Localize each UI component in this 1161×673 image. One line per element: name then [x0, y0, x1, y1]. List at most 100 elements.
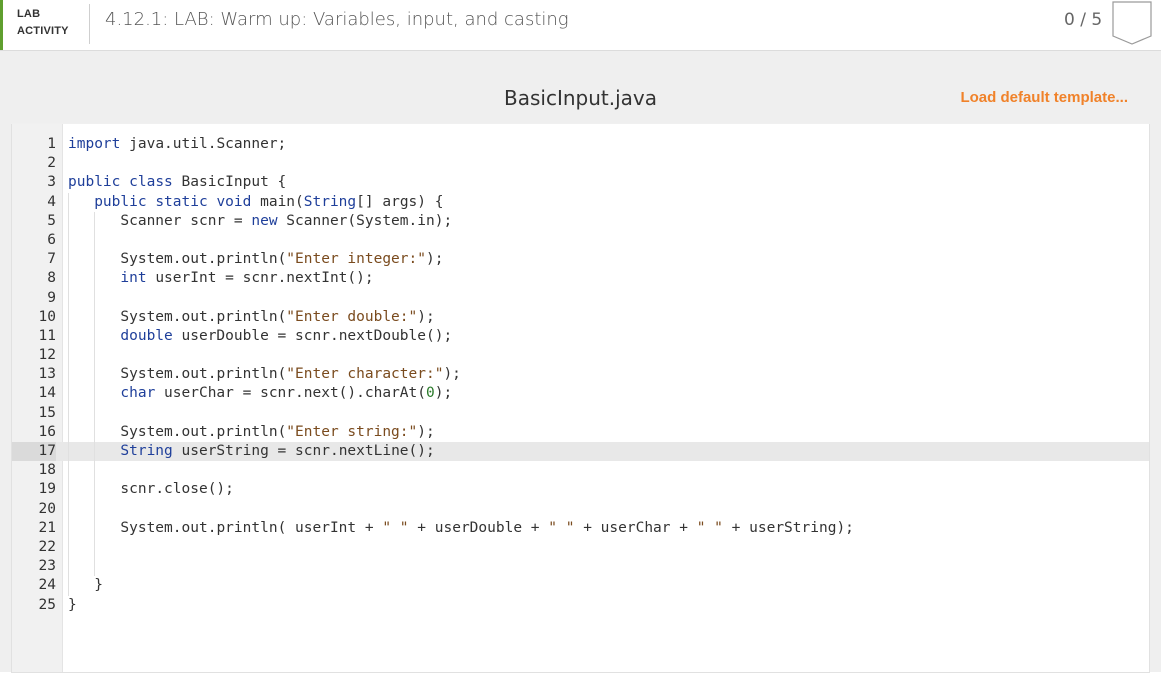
code-text[interactable]: import java.util.Scanner;	[68, 135, 286, 154]
code-text[interactable]: public class BasicInput {	[68, 173, 286, 192]
code-text[interactable]: double userDouble = scnr.nextDouble();	[68, 327, 452, 346]
indent-guide	[68, 211, 70, 231]
indent-guide	[94, 403, 96, 423]
line-number: 16	[38, 423, 56, 440]
line-number: 9	[47, 289, 56, 306]
indent-guide	[68, 384, 70, 404]
code-text[interactable]: scnr.close();	[68, 480, 234, 499]
code-line[interactable]: 10 System.out.println("Enter double:");	[12, 307, 1149, 327]
code-text[interactable]: public static void main(String[] args) {	[68, 193, 443, 212]
lab-title: 4.12.1: LAB: Warm up: Variables, input, …	[105, 9, 569, 30]
code-line[interactable]: 3 public class BasicInput {	[12, 173, 1149, 192]
code-line[interactable]: 22	[12, 537, 1149, 558]
line-number: 20	[38, 500, 56, 517]
code-line[interactable]: 5 Scanner scnr = new Scanner(System.in);	[12, 211, 1149, 231]
line-number: 18	[38, 462, 56, 479]
code-editor-panel: BasicInput.java Load default template...…	[11, 71, 1150, 673]
indent-guide	[68, 346, 70, 366]
code-text[interactable]: }	[68, 596, 77, 615]
indent-guide	[94, 518, 96, 538]
indent-guide	[68, 576, 70, 596]
indent-guide	[94, 250, 96, 270]
indent-guide	[68, 422, 70, 442]
code-line[interactable]: 1 import java.util.Scanner;	[12, 135, 1149, 154]
indent-guide	[68, 442, 70, 462]
score-text: 0 / 5	[1064, 10, 1103, 30]
code-text[interactable]: }	[68, 576, 103, 595]
line-number: 21	[38, 519, 56, 536]
code-line[interactable]: 19 scnr.close();	[12, 480, 1149, 500]
code-line[interactable]: 8 int userInt = scnr.nextInt();	[12, 269, 1149, 289]
code-line[interactable]: 9	[12, 288, 1149, 308]
code-line[interactable]: 24 }	[12, 576, 1149, 596]
line-number: 15	[38, 404, 56, 421]
code-line[interactable]: 13 System.out.println("Enter character:"…	[12, 365, 1149, 385]
code-line[interactable]: 11 double userDouble = scnr.nextDouble()…	[12, 326, 1149, 347]
indent-guide	[68, 269, 70, 289]
indent-guide	[94, 307, 96, 327]
indent-guide	[94, 537, 96, 558]
code-text[interactable]: System.out.println("Enter double:");	[68, 308, 434, 327]
code-line[interactable]: 15	[12, 403, 1149, 423]
line-number: 25	[38, 596, 56, 613]
code-line[interactable]: 6	[12, 230, 1149, 251]
code-line[interactable]: 4 public static void main(String[] args)…	[12, 192, 1149, 212]
indent-guide	[94, 384, 96, 404]
lab-label-line2: ACTIVITY	[17, 25, 69, 37]
header-divider	[89, 4, 90, 44]
line-number: 22	[38, 538, 56, 555]
code-text[interactable]: System.out.println( userInt + " " + user…	[68, 519, 854, 538]
code-line[interactable]: 23	[12, 557, 1149, 577]
editor-title-bar: BasicInput.java Load default template...	[11, 71, 1150, 123]
code-line[interactable]: 12	[12, 346, 1149, 366]
code-line[interactable]: 2	[12, 154, 1149, 173]
indent-guide	[68, 365, 70, 385]
indent-guide	[94, 422, 96, 442]
code-line[interactable]: 21 System.out.println( userInt + " " + u…	[12, 518, 1149, 538]
code-editor[interactable]: 1 import java.util.Scanner; 2 3 public class…	[11, 124, 1150, 673]
code-text[interactable]: int userInt = scnr.nextInt();	[68, 269, 373, 288]
indent-guide	[68, 557, 70, 577]
code-line[interactable]: 14 char userChar = scnr.next().charAt(0)…	[12, 384, 1149, 404]
code-line[interactable]: 17 String userString = scnr.nextLine();	[12, 442, 1149, 462]
line-number: 14	[38, 385, 56, 402]
indent-guide	[94, 346, 96, 366]
score-badge-icon	[1112, 1, 1152, 45]
line-number: 5	[47, 212, 56, 229]
line-number: 23	[38, 558, 56, 575]
indent-guide	[68, 230, 70, 251]
indent-guide	[68, 537, 70, 558]
code-text[interactable]: System.out.println("Enter character:");	[68, 365, 461, 384]
line-number: 19	[38, 481, 56, 498]
indent-guide	[94, 557, 96, 577]
line-number: 17	[12, 442, 56, 462]
code-text[interactable]: char userChar = scnr.next().charAt(0);	[68, 384, 452, 403]
code-line[interactable]: 16 System.out.println("Enter string:");	[12, 422, 1149, 442]
load-default-template-link[interactable]: Load default template...	[960, 89, 1128, 106]
line-number: 13	[38, 366, 56, 383]
header-accent-bar	[0, 0, 3, 50]
code-lines[interactable]: 1 import java.util.Scanner; 2 3 public class…	[12, 135, 1149, 615]
code-text[interactable]: System.out.println("Enter string:");	[68, 423, 434, 442]
code-text[interactable]: System.out.println("Enter integer:");	[68, 250, 443, 269]
indent-guide	[68, 288, 70, 308]
code-text[interactable]: Scanner scnr = new Scanner(System.in);	[68, 212, 452, 231]
line-number: 24	[38, 577, 56, 594]
indent-guide	[68, 307, 70, 327]
indent-guide	[68, 326, 70, 347]
indent-guide	[68, 192, 70, 212]
indent-guide	[94, 442, 96, 462]
line-number: 4	[47, 193, 56, 210]
line-number: 1	[47, 136, 56, 152]
indent-guide	[94, 461, 96, 481]
indent-guide	[68, 403, 70, 423]
code-line[interactable]: 25}	[12, 596, 1149, 615]
line-number: 2	[47, 155, 56, 172]
indent-guide	[68, 480, 70, 500]
indent-guide	[94, 365, 96, 385]
code-line[interactable]: 20	[12, 499, 1149, 519]
code-text[interactable]: String userString = scnr.nextLine();	[68, 442, 434, 461]
code-line[interactable]: 18	[12, 461, 1149, 481]
code-line[interactable]: 7 System.out.println("Enter integer:");	[12, 250, 1149, 270]
indent-guide	[94, 480, 96, 500]
